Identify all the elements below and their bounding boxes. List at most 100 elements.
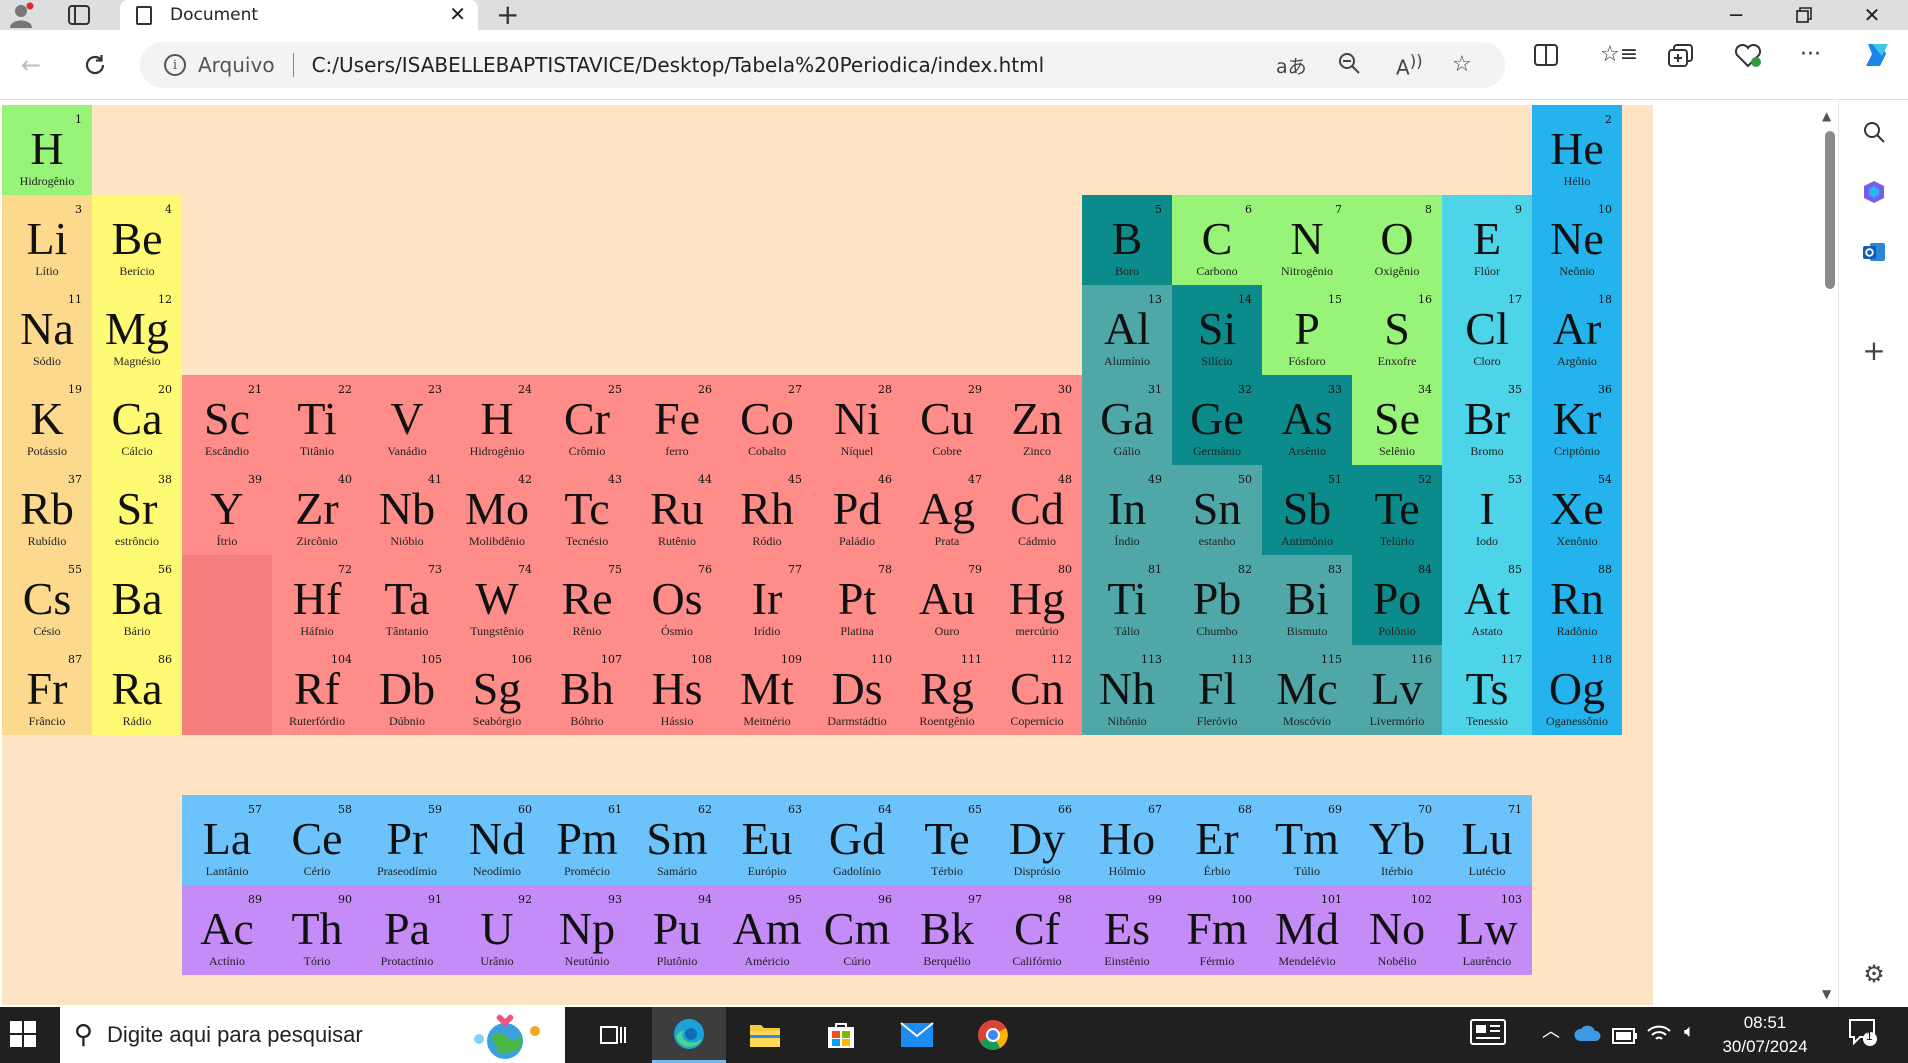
element-cell[interactable]: 27 Co Cobalto [722,375,812,465]
element-cell[interactable]: 81 Ti Tálio [1082,555,1172,645]
element-cell[interactable]: 65 Te Térbio [902,795,992,885]
translate-icon[interactable]: aあ [1276,52,1307,79]
element-cell[interactable]: 30 Zn Zinco [992,375,1082,465]
element-cell[interactable]: 108 Hs Hássio [632,645,722,735]
search-icon[interactable] [1839,115,1908,149]
element-cell[interactable]: 34 Se Selênio [1352,375,1442,465]
element-cell[interactable]: 50 Sn estanho [1172,465,1262,555]
sidebar-settings-gear-icon[interactable]: ⚙ [1839,957,1908,991]
element-cell[interactable]: 87 Fr Frâncio [2,645,92,735]
element-cell[interactable]: 39 Y Ítrio [182,465,272,555]
element-cell[interactable]: 45 Rh Ródio [722,465,812,555]
element-cell[interactable]: 53 I Iodo [1442,465,1532,555]
taskbar-search-box[interactable]: ⚲ Digite aqui para pesquisar [60,1007,565,1063]
element-cell[interactable]: 112 Cn Copernício [992,645,1082,735]
element-cell[interactable]: 76 Os Ósmio [632,555,722,645]
element-cell[interactable]: 55 Cs Césio [2,555,92,645]
element-cell[interactable]: 1 H Hidrogênio [2,105,92,195]
show-hidden-icons-chevron-icon[interactable]: ︿ [1542,1017,1560,1043]
element-cell[interactable]: 95 Am Américio [722,885,812,975]
profile-avatar-icon[interactable] [6,0,36,30]
element-cell[interactable]: 61 Pm Promécio [542,795,632,885]
element-cell[interactable]: 44 Ru Rutênio [632,465,722,555]
news-widget-icon[interactable] [1470,1019,1506,1050]
element-cell[interactable]: 16 S Enxofre [1352,285,1442,375]
element-cell[interactable]: 19 K Potássio [2,375,92,465]
element-cell[interactable]: 37 Rb Rubídio [2,465,92,555]
element-cell[interactable]: 14 Si Silício [1172,285,1262,375]
volume-icon[interactable]: 🔈︎ [1684,1021,1695,1042]
scroll-down-arrow-icon[interactable]: ▼ [1822,987,1831,1001]
element-cell[interactable]: 5 B Boro [1082,195,1172,285]
element-cell[interactable]: 22 Ti Titânio [272,375,362,465]
element-cell[interactable]: 63 Eu Európio [722,795,812,885]
outlook-icon[interactable] [1839,235,1908,269]
element-cell[interactable]: 11 Na Sódio [2,285,92,375]
element-cell[interactable]: 26 Fe ferro [632,375,722,465]
element-cell[interactable]: 56 Ba Bário [92,555,182,645]
element-cell[interactable]: 51 Sb Antimônio [1262,465,1352,555]
element-cell[interactable]: 29 Cu Cobre [902,375,992,465]
add-sidebar-app-icon[interactable]: + [1839,333,1908,367]
element-cell[interactable]: 71 Lu Lutécio [1442,795,1532,885]
zoom-out-icon[interactable] [1338,52,1360,80]
element-cell[interactable]: 78 Pt Platina [812,555,902,645]
element-cell[interactable]: 60 Nd Neodímio [452,795,542,885]
element-cell[interactable]: 64 Gd Gadolínio [812,795,902,885]
favorites-icon[interactable]: ☆≡ [1600,42,1638,67]
element-cell[interactable]: 97 Bk Berquélio [902,885,992,975]
element-cell[interactable]: 111 Rg Roentgênio [902,645,992,735]
element-cell[interactable]: 79 Au Ouro [902,555,992,645]
tab-document[interactable]: Document ✕ [120,0,478,30]
element-cell[interactable]: 2 He Hélio [1532,105,1622,195]
element-cell[interactable]: 67 Ho Hólmio [1082,795,1172,885]
element-cell[interactable] [182,555,272,645]
new-tab-button[interactable]: + [496,0,519,31]
taskbar-clock[interactable]: 08:51 30/07/2024 [1720,1011,1810,1059]
element-cell[interactable]: 83 Bi Bismuto [1262,555,1352,645]
element-cell[interactable]: 40 Zr Zircônio [272,465,362,555]
element-cell[interactable]: 32 Ge Germânio [1172,375,1262,465]
element-cell[interactable]: 88 Rn Radônio [1532,555,1622,645]
element-cell[interactable]: 113 Fl Fleróvio [1172,645,1262,735]
element-cell[interactable]: 80 Hg mercúrio [992,555,1082,645]
battery-icon[interactable] [1612,1025,1638,1049]
chrome-icon[interactable] [956,1007,1030,1063]
search-highlight-globe-icon[interactable] [455,1011,551,1059]
url-text[interactable]: C:/Users/ISABELLEBAPTISTAVICE/Desktop/Ta… [312,53,1045,77]
more-menu-icon[interactable]: ··· [1800,42,1821,67]
element-cell[interactable]: 43 Tc Tecnésio [542,465,632,555]
browser-essentials-icon[interactable] [1734,43,1762,74]
element-cell[interactable]: 92 U Urânio [452,885,542,975]
element-cell[interactable]: 82 Pb Chumbo [1172,555,1262,645]
element-cell[interactable]: 46 Pd Paládio [812,465,902,555]
element-cell[interactable]: 100 Fm Férmio [1172,885,1262,975]
element-cell[interactable]: 8 O Oxigênio [1352,195,1442,285]
element-cell[interactable]: 98 Cf Califórnio [992,885,1082,975]
element-cell[interactable]: 84 Po Polônio [1352,555,1442,645]
element-cell[interactable]: 91 Pa Protactínio [362,885,452,975]
collections-icon[interactable] [1668,44,1694,74]
element-cell[interactable]: 90 Th Tório [272,885,362,975]
element-cell[interactable]: 116 Lv Livermório [1352,645,1442,735]
file-explorer-icon[interactable] [728,1007,802,1063]
element-cell[interactable]: 96 Cm Cúrio [812,885,902,975]
copilot-sidebar-icon[interactable] [1839,175,1908,209]
element-cell[interactable]: 4 Be Berício [92,195,182,285]
element-cell[interactable]: 113 Nh Nihônio [1082,645,1172,735]
element-cell[interactable]: 86 Ra Rádio [92,645,182,735]
restore-button[interactable] [1774,0,1834,30]
element-cell[interactable]: 41 Nb Nióbio [362,465,452,555]
element-cell[interactable]: 62 Sm Samário [632,795,722,885]
element-cell[interactable]: 35 Br Bromo [1442,375,1532,465]
scroll-up-arrow-icon[interactable]: ▲ [1822,109,1831,123]
tab-close-icon[interactable]: ✕ [449,2,466,26]
back-button[interactable]: ← [14,48,48,82]
element-cell[interactable]: 12 Mg Magnésio [92,285,182,375]
element-cell[interactable]: 74 W Tungstênio [452,555,542,645]
element-cell[interactable]: 109 Mt Meitnério [722,645,812,735]
element-cell[interactable]: 38 Sr estrôncio [92,465,182,555]
element-cell[interactable]: 68 Er Érbio [1172,795,1262,885]
element-cell[interactable]: 15 P Fósforo [1262,285,1352,375]
vertical-scrollbar[interactable]: ▲ ▼ [1818,101,1838,1007]
